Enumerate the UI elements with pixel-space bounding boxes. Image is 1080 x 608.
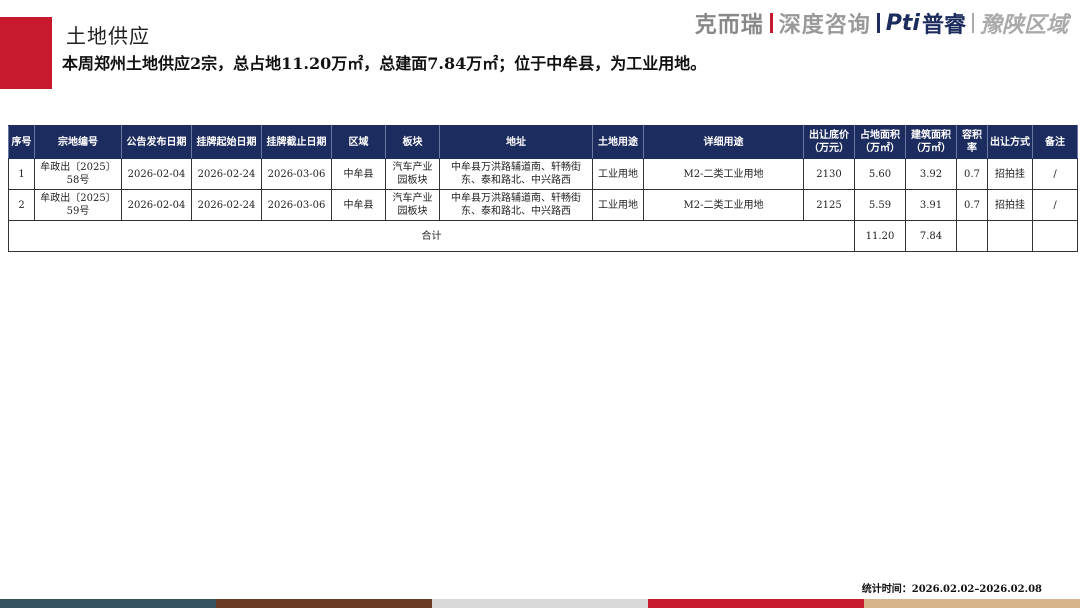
bar-segment — [216, 599, 432, 608]
column-header: 备注 — [1032, 125, 1078, 159]
column-header: 板块 — [385, 125, 440, 159]
table-cell: 2026-02-04 — [121, 158, 192, 190]
bar-segment — [864, 599, 1080, 608]
column-header: 出让方式 — [987, 125, 1033, 159]
red-accent-block — [0, 17, 52, 89]
table-cell: 5.59 — [854, 189, 906, 221]
table-cell: 汽车产业园板块 — [385, 158, 440, 190]
table-cell: 0.7 — [956, 189, 988, 221]
bar-segment — [648, 599, 864, 608]
table-cell: 牟政出〔2025〕58号 — [34, 158, 122, 190]
logo-region: 豫陕区域 — [979, 13, 1068, 38]
table-total-row: 合计 11.20 7.84 — [8, 220, 1078, 252]
table-cell: 2026-02-04 — [121, 189, 192, 221]
logo-divider — [971, 13, 974, 33]
bar-segment — [0, 599, 216, 608]
column-header: 挂牌截止日期 — [261, 125, 332, 159]
table-cell: 牟政出〔2025〕59号 — [34, 189, 122, 221]
column-header: 区域 — [331, 125, 386, 159]
column-header: 土地用途 — [592, 125, 644, 159]
table-cell: / — [1032, 158, 1078, 190]
column-header: 占地面积（万㎡） — [854, 125, 906, 159]
statistics-period: 统计时间：2026.02.02–2026.02.08 — [861, 584, 1042, 595]
table-cell: 中牟县万洪路辅道南、轩畅街东、泰和路北、中兴路西 — [439, 158, 593, 190]
logo-brand-3-latin: Pti — [885, 10, 920, 36]
column-header: 详细用途 — [643, 125, 804, 159]
table-cell: 中牟县万洪路辅道南、轩畅街东、泰和路北、中兴路西 — [439, 189, 593, 221]
table-cell: 招拍挂 — [987, 158, 1033, 190]
table-cell: / — [1032, 189, 1078, 221]
column-header: 地址 — [439, 125, 593, 159]
table-cell: 2 — [8, 189, 35, 221]
logo-brand-1: 克而瑞 — [694, 13, 764, 38]
column-header: 序号 — [8, 125, 35, 159]
table-cell — [956, 220, 988, 252]
logo-divider — [769, 13, 773, 33]
table-cell: M2-二类工业用地 — [643, 189, 804, 221]
table-cell: 工业用地 — [592, 189, 644, 221]
table-cell: 2026-02-24 — [191, 189, 262, 221]
table-cell: 0.7 — [956, 158, 988, 190]
logo-divider — [876, 13, 880, 33]
column-header: 容积率 — [956, 125, 988, 159]
brand-logo: 克而瑞 深度咨询 Pti 普睿 豫陕区域 — [694, 8, 1068, 39]
table-cell: 招拍挂 — [987, 189, 1033, 221]
table-cell: 2026-03-06 — [261, 189, 332, 221]
table-cell: 工业用地 — [592, 158, 644, 190]
logo-brand-3-cn: 普睿 — [921, 13, 966, 38]
table-row: 1 牟政出〔2025〕58号 2026-02-04 2026-02-24 202… — [8, 158, 1078, 190]
bar-segment — [432, 599, 648, 608]
page-subtitle: 本周郑州土地供应2宗，总占地11.20万㎡，总建面7.84万㎡；位于中牟县，为工… — [62, 54, 707, 73]
table-cell: 中牟县 — [331, 158, 386, 190]
logo-brand-2: 深度咨询 — [778, 13, 871, 38]
table-cell: 2026-03-06 — [261, 158, 332, 190]
page-title: 土地供应 — [66, 24, 150, 48]
table-cell: 2125 — [803, 189, 855, 221]
table-cell: 3.91 — [905, 189, 957, 221]
bottom-color-bar — [0, 599, 1080, 608]
table-cell — [1032, 220, 1078, 252]
table-cell: 1 — [8, 158, 35, 190]
table-cell: 2026-02-24 — [191, 158, 262, 190]
column-header: 宗地编号 — [34, 125, 122, 159]
total-land-area: 11.20 — [854, 220, 906, 252]
column-header: 出让底价（万元） — [803, 125, 855, 159]
land-supply-table: 序号 宗地编号 公告发布日期 挂牌起始日期 挂牌截止日期 区域 板块 地址 土地… — [8, 125, 1078, 252]
table-cell: 2130 — [803, 158, 855, 190]
table-cell: 3.92 — [905, 158, 957, 190]
table-header-row: 序号 宗地编号 公告发布日期 挂牌起始日期 挂牌截止日期 区域 板块 地址 土地… — [8, 125, 1078, 159]
column-header: 公告发布日期 — [121, 125, 192, 159]
table-cell — [987, 220, 1033, 252]
table-cell: M2-二类工业用地 — [643, 158, 804, 190]
table-row: 2 牟政出〔2025〕59号 2026-02-04 2026-02-24 202… — [8, 189, 1078, 221]
column-header: 挂牌起始日期 — [191, 125, 262, 159]
table-cell: 5.60 — [854, 158, 906, 190]
table-cell: 中牟县 — [331, 189, 386, 221]
total-building-area: 7.84 — [905, 220, 957, 252]
total-label: 合计 — [8, 220, 855, 252]
column-header: 建筑面积（万㎡） — [905, 125, 957, 159]
table-cell: 汽车产业园板块 — [385, 189, 440, 221]
